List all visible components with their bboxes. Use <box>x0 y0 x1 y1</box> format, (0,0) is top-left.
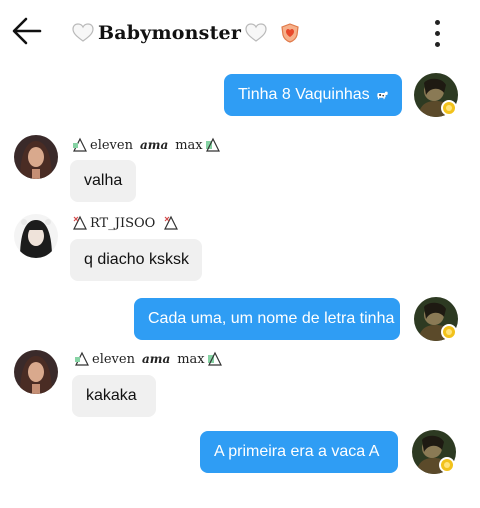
triangle-deco-icon <box>73 137 87 152</box>
badge-icon <box>441 324 457 340</box>
message-bubble-incoming[interactable]: kakaka <box>72 375 156 417</box>
white-heart-icon <box>245 23 267 42</box>
message-bubble-outgoing[interactable]: A primeira era a vaca A <box>200 431 398 473</box>
chat-header: Babymonster <box>0 0 480 64</box>
sender-name: RT_JISOO <box>72 214 179 232</box>
sender-name: eleven ama max <box>74 350 223 368</box>
sender-name: eleven ama max <box>72 136 221 154</box>
arrow-left-icon[interactable] <box>10 14 44 48</box>
triangle-deco-icon <box>164 215 179 230</box>
chat-title-group[interactable]: Babymonster <box>72 18 299 48</box>
avatar-eleven[interactable] <box>14 350 58 394</box>
message-text: A primeira era a vaca A <box>214 443 380 460</box>
message-bubble-incoming[interactable]: q diacho ksksk <box>70 239 202 281</box>
message-bubble-outgoing[interactable]: Cada uma, um nome de letra tinha <box>134 298 400 340</box>
triangle-deco-icon <box>75 351 89 366</box>
shield-heart-icon <box>281 23 299 43</box>
triangle-deco-icon <box>207 351 222 366</box>
badge-icon <box>441 100 457 116</box>
triangle-deco-icon <box>205 137 220 152</box>
triangle-deco-icon <box>73 215 87 230</box>
avatar-jisoo[interactable] <box>14 214 58 258</box>
message-bubble-incoming[interactable]: valha <box>70 160 136 202</box>
message-bubble-outgoing[interactable]: Tinha 8 Vaquinhas <box>224 74 402 116</box>
avatar-eleven[interactable] <box>14 135 58 179</box>
cow-icon <box>377 91 388 100</box>
message-text: valha <box>84 172 123 189</box>
more-vertical-icon[interactable] <box>426 18 450 50</box>
message-text: q diacho ksksk <box>84 251 189 268</box>
chat-title: Babymonster <box>98 22 242 44</box>
badge-icon <box>439 457 455 473</box>
message-text: Tinha 8 Vaquinhas <box>238 86 370 103</box>
message-text: kakaka <box>86 387 137 404</box>
white-heart-icon <box>72 23 94 42</box>
message-text: Cada uma, um nome de letra tinha <box>148 310 395 327</box>
